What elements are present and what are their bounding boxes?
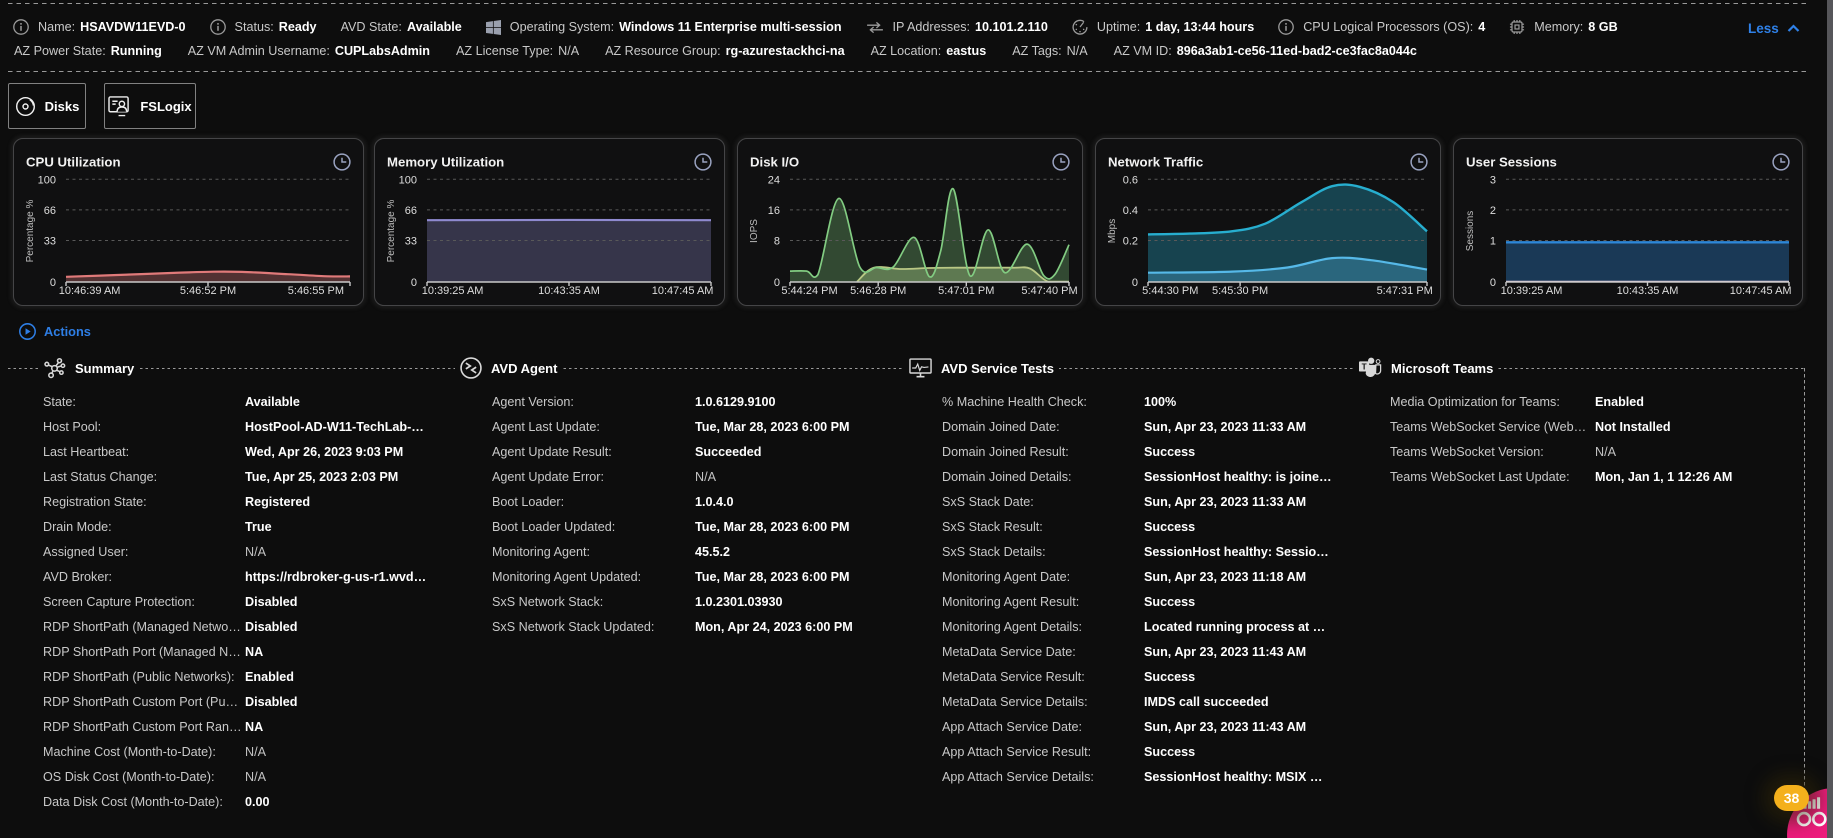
svg-text:5:47:31 PM: 5:47:31 PM [1377, 285, 1433, 297]
svg-text:100: 100 [38, 174, 56, 186]
svg-text:10:47:45 AM: 10:47:45 AM [652, 285, 714, 297]
svg-text:66: 66 [44, 205, 56, 217]
svg-text:5:46:28 PM: 5:46:28 PM [850, 285, 906, 297]
svg-text:10:46:39 AM: 10:46:39 AM [59, 285, 121, 297]
svg-text:8: 8 [774, 236, 780, 248]
svg-text:100: 100 [399, 174, 417, 186]
svg-text:33: 33 [405, 236, 417, 248]
svg-text:Percentage %: Percentage % [386, 199, 397, 262]
svg-text:1: 1 [1490, 236, 1496, 248]
svg-text:0.4: 0.4 [1123, 205, 1138, 217]
svg-text:5:47:01 PM: 5:47:01 PM [938, 285, 994, 297]
svg-text:Network Traffic: Network Traffic [1108, 155, 1203, 170]
svg-text:5:46:52 PM: 5:46:52 PM [180, 285, 236, 297]
svg-text:33: 33 [44, 236, 56, 248]
svg-text:10:39:25 AM: 10:39:25 AM [1501, 285, 1563, 297]
svg-text:Memory Utilization: Memory Utilization [387, 155, 504, 170]
svg-text:5:47:40 PM: 5:47:40 PM [1021, 285, 1077, 297]
svg-text:0: 0 [774, 277, 780, 289]
svg-text:5:44:30 PM: 5:44:30 PM [1142, 285, 1198, 297]
svg-text:16: 16 [768, 205, 780, 217]
svg-text:Mbps: Mbps [1107, 219, 1118, 243]
svg-text:24: 24 [768, 174, 780, 186]
svg-text:10:39:25 AM: 10:39:25 AM [422, 285, 484, 297]
svg-text:CPU Utilization: CPU Utilization [26, 155, 121, 170]
svg-text:User Sessions: User Sessions [1466, 155, 1557, 170]
svg-text:10:43:35 AM: 10:43:35 AM [1617, 285, 1679, 297]
svg-text:10:47:45 AM: 10:47:45 AM [1730, 285, 1792, 297]
svg-text:5:46:55 PM: 5:46:55 PM [288, 285, 344, 297]
svg-text:T: T [1362, 362, 1367, 371]
svg-text:5:45:30 PM: 5:45:30 PM [1212, 285, 1268, 297]
svg-text:Percentage %: Percentage % [25, 199, 36, 262]
svg-text:0.6: 0.6 [1123, 174, 1138, 186]
svg-text:3: 3 [1490, 174, 1496, 186]
svg-text:0: 0 [50, 277, 56, 289]
svg-text:0.2: 0.2 [1123, 236, 1138, 248]
svg-text:0: 0 [411, 277, 417, 289]
svg-text:0: 0 [1132, 277, 1138, 289]
svg-text:IOPS: IOPS [749, 219, 760, 243]
svg-text:10:43:35 AM: 10:43:35 AM [538, 285, 600, 297]
svg-text:2: 2 [1490, 205, 1496, 217]
svg-text:Disk I/O: Disk I/O [750, 155, 799, 170]
svg-text:5:44:24 PM: 5:44:24 PM [781, 285, 837, 297]
svg-text:Sessions: Sessions [1465, 211, 1476, 252]
svg-text:66: 66 [405, 205, 417, 217]
svg-text:0: 0 [1490, 277, 1496, 289]
